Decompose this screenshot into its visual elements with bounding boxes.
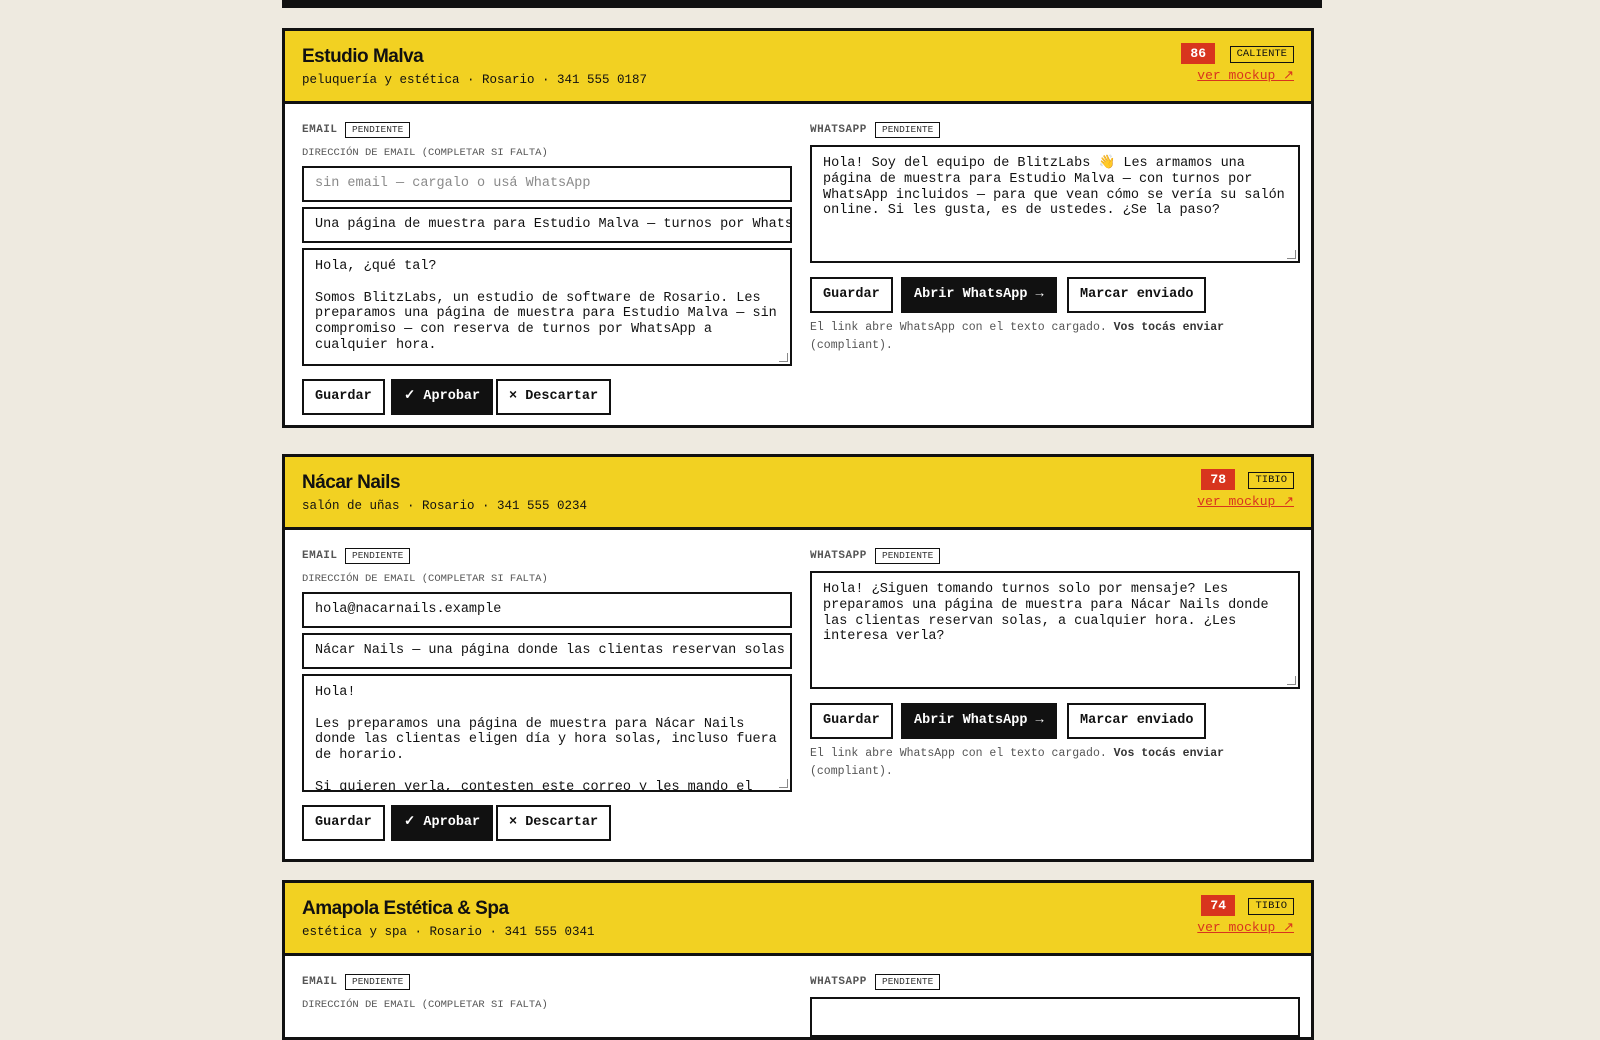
save-button[interactable]: Guardar bbox=[302, 379, 385, 415]
email-status-badge: PENDIENTE bbox=[345, 548, 411, 564]
lead-score-badge: 86 bbox=[1181, 43, 1215, 64]
lead-temperature-badge: CALIENTE bbox=[1229, 46, 1294, 63]
discard-button[interactable]: × Descartar bbox=[496, 379, 612, 415]
save-button[interactable]: Guardar bbox=[810, 277, 893, 313]
email-body-textarea[interactable]: Hola, ¿qué tal? Somos BlitzLabs, un estu… bbox=[302, 248, 792, 366]
whatsapp-status-badge: PENDIENTE bbox=[875, 548, 941, 564]
lead-name: Amapola Estética & Spa bbox=[302, 898, 509, 919]
lead-name: Nácar Nails bbox=[302, 472, 401, 493]
lead-score-badge: 78 bbox=[1201, 469, 1235, 490]
whatsapp-note-suffix: (compliant). bbox=[810, 764, 893, 778]
email-status-badge: PENDIENTE bbox=[345, 122, 411, 138]
email-address-label: DIRECCIÓN DE EMAIL (COMPLETAR SI FALTA) bbox=[302, 147, 548, 159]
approve-button[interactable]: ✓ Aprobar bbox=[391, 379, 494, 415]
lead-score-badge: 74 bbox=[1201, 895, 1235, 916]
email-section-label: EMAIL bbox=[302, 550, 338, 562]
lead-temperature-badge: TIBIO bbox=[1248, 472, 1294, 489]
whatsapp-message-textarea[interactable]: Hola! ¿Siguen tomando turnos solo por me… bbox=[810, 571, 1300, 689]
whatsapp-section-label: WHATSAPP bbox=[810, 124, 867, 136]
lead-card: Estudio Malva peluquería y estética · Ro… bbox=[282, 28, 1314, 428]
lead-header: Amapola Estética & Spa estética y spa · … bbox=[285, 883, 1311, 956]
approve-button[interactable]: ✓ Aprobar bbox=[391, 805, 494, 841]
lead-card: Amapola Estética & Spa estética y spa · … bbox=[282, 880, 1314, 1040]
email-body-textarea[interactable]: Hola! Les preparamos una página de muest… bbox=[302, 674, 792, 792]
whatsapp-note-text: El link abre WhatsApp con el texto carga… bbox=[810, 321, 1107, 334]
whatsapp-note-emphasis: Vos tocás enviar bbox=[1113, 747, 1225, 760]
whatsapp-note: El link abre WhatsApp con el texto carga… bbox=[810, 319, 1280, 354]
email-section-label: EMAIL bbox=[302, 124, 338, 136]
email-address-input[interactable]: sin email — cargalo o usá WhatsApp bbox=[302, 166, 792, 202]
whatsapp-section-label: WHATSAPP bbox=[810, 976, 867, 988]
view-mockup-link[interactable]: ver mockup ↗ bbox=[1197, 494, 1294, 509]
save-button[interactable]: Guardar bbox=[302, 805, 385, 841]
whatsapp-message-text: Hola! ¿Siguen tomando turnos solo por me… bbox=[823, 582, 1277, 645]
mark-sent-button[interactable]: Marcar enviado bbox=[1067, 703, 1207, 739]
resize-handle[interactable] bbox=[1287, 250, 1296, 259]
resize-handle[interactable] bbox=[779, 353, 788, 362]
view-mockup-link[interactable]: ver mockup ↗ bbox=[1197, 68, 1294, 83]
whatsapp-status-badge: PENDIENTE bbox=[875, 974, 941, 990]
whatsapp-note-text: El link abre WhatsApp con el texto carga… bbox=[810, 747, 1107, 760]
lead-temperature-badge: TIBIO bbox=[1248, 898, 1294, 915]
lead-card: Nácar Nails salón de uñas · Rosario · 34… bbox=[282, 454, 1314, 862]
whatsapp-section-label: WHATSAPP bbox=[810, 550, 867, 562]
resize-handle[interactable] bbox=[1287, 676, 1296, 685]
email-address-input[interactable]: hola@nacarnails.example bbox=[302, 592, 792, 628]
email-subject-input[interactable]: Nácar Nails — una página donde las clien… bbox=[302, 633, 792, 669]
whatsapp-note-emphasis: Vos tocás enviar bbox=[1113, 321, 1225, 334]
resize-handle[interactable] bbox=[779, 779, 788, 788]
lead-header: Nácar Nails salón de uñas · Rosario · 34… bbox=[285, 457, 1311, 530]
whatsapp-message-textarea[interactable]: Hola! Soy del equipo de BlitzLabs 👋 Les … bbox=[810, 145, 1300, 263]
lead-meta: estética y spa · Rosario · 341 555 0341 bbox=[302, 925, 595, 939]
discard-button[interactable]: × Descartar bbox=[496, 805, 612, 841]
email-body-text: Hola, ¿qué tal? Somos BlitzLabs, un estu… bbox=[315, 259, 777, 353]
whatsapp-note: El link abre WhatsApp con el texto carga… bbox=[810, 745, 1280, 780]
email-status-badge: PENDIENTE bbox=[345, 974, 411, 990]
whatsapp-note-suffix: (compliant). bbox=[810, 338, 893, 352]
save-button[interactable]: Guardar bbox=[810, 703, 893, 739]
whatsapp-message-text: Hola! Soy del equipo de BlitzLabs 👋 Les … bbox=[823, 156, 1293, 219]
email-address-label: DIRECCIÓN DE EMAIL (COMPLETAR SI FALTA) bbox=[302, 573, 548, 585]
open-whatsapp-button[interactable]: Abrir WhatsApp → bbox=[901, 277, 1057, 313]
lead-header: Estudio Malva peluquería y estética · Ro… bbox=[285, 31, 1311, 104]
email-section-label: EMAIL bbox=[302, 976, 338, 988]
open-whatsapp-button[interactable]: Abrir WhatsApp → bbox=[901, 703, 1057, 739]
email-body-text: Hola! Les preparamos una página de muest… bbox=[315, 685, 777, 792]
email-subject-input[interactable]: Una página de muestra para Estudio Malva… bbox=[302, 207, 792, 243]
previous-card-bottom bbox=[282, 0, 1322, 8]
lead-meta: peluquería y estética · Rosario · 341 55… bbox=[302, 73, 648, 87]
lead-name: Estudio Malva bbox=[302, 46, 424, 67]
email-address-label: DIRECCIÓN DE EMAIL (COMPLETAR SI FALTA) bbox=[302, 999, 548, 1011]
whatsapp-message-textarea[interactable] bbox=[810, 997, 1300, 1037]
mark-sent-button[interactable]: Marcar enviado bbox=[1067, 277, 1207, 313]
view-mockup-link[interactable]: ver mockup ↗ bbox=[1197, 920, 1294, 935]
lead-meta: salón de uñas · Rosario · 341 555 0234 bbox=[302, 499, 588, 513]
whatsapp-status-badge: PENDIENTE bbox=[875, 122, 941, 138]
